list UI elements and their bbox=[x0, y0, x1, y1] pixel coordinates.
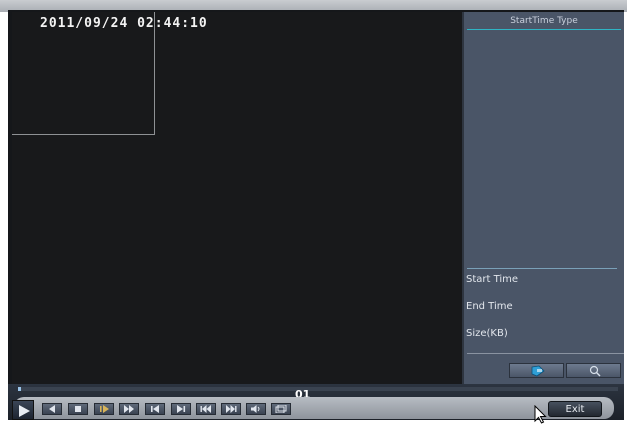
panel-divider-bottom bbox=[467, 353, 624, 354]
record-list[interactable] bbox=[464, 31, 624, 266]
size-label: Size(KB) bbox=[466, 328, 508, 339]
slow-play-icon bbox=[100, 405, 109, 413]
volume-button[interactable] bbox=[246, 403, 266, 415]
mouse-cursor-icon bbox=[534, 405, 547, 424]
search-button[interactable] bbox=[566, 363, 621, 378]
rewind-button[interactable] bbox=[42, 403, 62, 415]
snapshot-button[interactable] bbox=[271, 403, 291, 415]
next-frame-button[interactable] bbox=[171, 403, 191, 415]
panel-divider bbox=[467, 268, 617, 269]
volume-icon bbox=[251, 405, 260, 413]
skip-forward-icon bbox=[226, 405, 237, 413]
play-button[interactable] bbox=[12, 400, 34, 420]
stop-button[interactable] bbox=[68, 403, 88, 415]
rewind-icon bbox=[49, 405, 55, 413]
fast-forward-button[interactable] bbox=[119, 403, 139, 415]
skip-back-icon bbox=[200, 405, 211, 413]
prev-frame-icon bbox=[151, 405, 159, 413]
progress-track[interactable] bbox=[18, 387, 618, 391]
file-list-button[interactable] bbox=[509, 363, 564, 378]
exit-button[interactable]: Exit bbox=[548, 401, 602, 417]
stop-icon bbox=[75, 406, 81, 412]
fast-forward-icon bbox=[124, 405, 134, 413]
file-icon bbox=[531, 365, 545, 377]
search-icon bbox=[589, 365, 601, 377]
end-time-label: End Time bbox=[466, 301, 513, 312]
start-time-label: Start Time bbox=[466, 274, 519, 285]
header-underline bbox=[467, 29, 621, 30]
skip-forward-button[interactable] bbox=[221, 403, 241, 415]
snapshot-icon bbox=[275, 405, 287, 413]
progress-fill bbox=[18, 387, 21, 391]
record-list-panel: StartTime Type Start Time End Time Size(… bbox=[462, 12, 624, 384]
slow-play-button[interactable] bbox=[94, 403, 114, 415]
list-header: StartTime Type bbox=[510, 16, 578, 26]
prev-frame-button[interactable] bbox=[145, 403, 165, 415]
play-icon bbox=[19, 405, 30, 417]
skip-back-button[interactable] bbox=[196, 403, 216, 415]
osd-datetime: 2011/09/24 02:44:10 bbox=[40, 16, 208, 31]
next-frame-icon bbox=[177, 405, 186, 413]
